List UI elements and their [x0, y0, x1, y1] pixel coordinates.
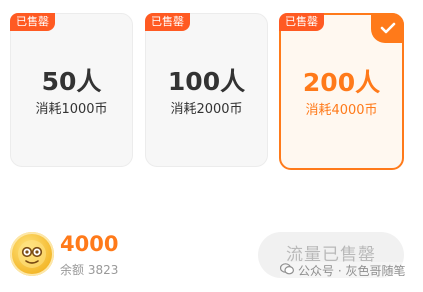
balance-label: 余额 [60, 263, 85, 277]
watermark: 公众号 · 灰色哥随笔 [279, 262, 406, 279]
package-cost: 消耗2000币 [170, 102, 243, 117]
package-options: 已售罄 50人 消耗1000币 已售罄 100人 消耗2000币 已售罄 200… [10, 13, 406, 170]
balance-value: 3823 [87, 263, 119, 277]
package-card-100[interactable]: 已售罄 100人 消耗2000币 [145, 13, 268, 167]
package-card-200[interactable]: 已售罄 200人 消耗4000币 [279, 13, 404, 170]
package-card-50[interactable]: 已售罄 50人 消耗1000币 [10, 13, 133, 167]
wechat-icon [279, 263, 294, 278]
coin-amount: 4000 [60, 232, 119, 256]
package-title: 100人 [167, 67, 246, 96]
balance-row: 余额 3823 [60, 261, 118, 278]
package-cost: 消耗4000币 [305, 103, 378, 118]
selected-check-icon [371, 13, 404, 43]
sold-out-badge: 已售罄 [10, 13, 55, 31]
package-title: 200人 [302, 68, 381, 97]
sold-out-badge: 已售罄 [145, 13, 190, 31]
package-cost: 消耗1000币 [35, 102, 108, 117]
coin-avatar-icon [10, 232, 54, 276]
package-title: 50人 [41, 67, 102, 96]
sold-out-badge: 已售罄 [279, 13, 324, 31]
watermark-text: 公众号 · 灰色哥随笔 [298, 264, 406, 278]
